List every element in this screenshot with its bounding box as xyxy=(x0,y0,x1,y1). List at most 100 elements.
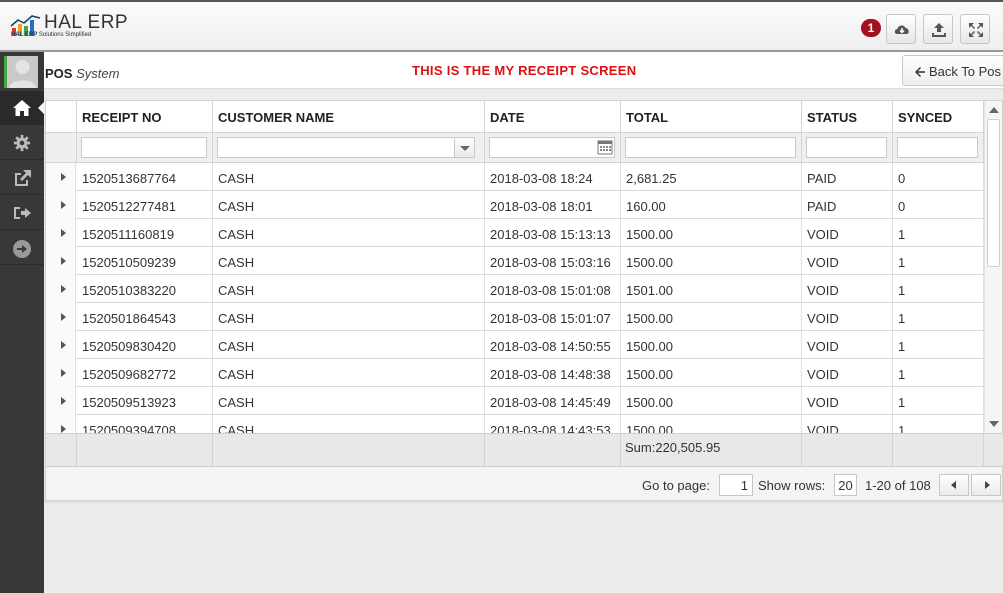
column-header-status[interactable]: STATUS xyxy=(802,101,893,133)
cloud-download-button[interactable] xyxy=(886,14,916,44)
cell-customer-name: CASH xyxy=(213,247,485,275)
summary-row: Sum:220,505.95 xyxy=(46,433,1003,468)
vertical-scrollbar[interactable] xyxy=(984,101,1002,433)
column-header-synced[interactable]: SYNCED xyxy=(893,101,984,133)
cell-receipt-no: 1520511160819 xyxy=(77,219,213,247)
row-expander-icon[interactable] xyxy=(46,163,76,191)
cell-synced: 1 xyxy=(893,219,984,247)
sidebar-item-logout[interactable] xyxy=(0,196,44,230)
scroll-up-arrow[interactable] xyxy=(989,107,999,113)
upload-button[interactable] xyxy=(923,14,953,44)
table-row[interactable]: 1520513687764 CASH 2018-03-08 18:24 2,681.2… xyxy=(46,163,984,191)
sidebar-item-home[interactable] xyxy=(0,91,45,125)
column-header-receipt-no[interactable]: RECEIPT NO xyxy=(77,101,213,133)
notification-badge[interactable]: 1 xyxy=(861,19,881,37)
row-expander-icon[interactable] xyxy=(46,219,76,247)
cell-total: 1500.00 xyxy=(621,219,802,247)
cloud-download-icon xyxy=(894,25,909,34)
cell-total: 160.00 xyxy=(621,191,802,219)
filter-total-input[interactable] xyxy=(625,137,796,158)
cell-status: PAID xyxy=(802,191,893,219)
row-expander-icon[interactable] xyxy=(46,387,76,415)
row-expander-icon[interactable] xyxy=(46,303,76,331)
sidebar-item-next[interactable] xyxy=(0,231,44,265)
cell-receipt-no: 1520509513923 xyxy=(77,387,213,415)
scroll-thumb[interactable] xyxy=(987,119,1000,267)
cell-date: 2018-03-08 18:01 xyxy=(485,191,621,219)
row-expander-icon[interactable] xyxy=(46,247,76,275)
cell-status: VOID xyxy=(802,331,893,359)
summary-cell xyxy=(46,434,77,468)
filter-cell-customer-name xyxy=(213,133,485,163)
table-row[interactable]: 1520512277481 CASH 2018-03-08 18:01 160.00 P… xyxy=(46,191,984,219)
row-expander-icon[interactable] xyxy=(46,275,76,303)
table-row[interactable]: 1520509513923 CASH 2018-03-08 14:45:49 1500… xyxy=(46,387,984,415)
sidebar-item-external-link[interactable] xyxy=(0,161,44,195)
fullscreen-button[interactable] xyxy=(960,14,990,44)
page-number-input[interactable]: 1 xyxy=(719,474,753,496)
sidebar xyxy=(0,52,45,593)
table-row[interactable]: 1520509682772 CASH 2018-03-08 14:48:38 1500… xyxy=(46,359,984,387)
row-expander-icon[interactable] xyxy=(46,191,76,219)
table-row[interactable]: 1520509394708 CASH 2018-03-08 14:43:53 1500… xyxy=(46,415,984,433)
cell-synced: 0 xyxy=(893,191,984,219)
cell-customer-name: CASH xyxy=(213,219,485,247)
column-header-total[interactable]: TOTAL xyxy=(621,101,802,133)
scroll-down-arrow[interactable] xyxy=(989,421,999,427)
cell-receipt-no: 1520510509239 xyxy=(77,247,213,275)
calendar-icon[interactable] xyxy=(597,139,613,155)
filter-customer-name-input[interactable] xyxy=(217,137,455,158)
cell-status: VOID xyxy=(802,303,893,331)
table-row[interactable]: 1520511160819 CASH 2018-03-08 15:13:13 1500… xyxy=(46,219,984,247)
cell-receipt-no: 1520509682772 xyxy=(77,359,213,387)
row-expander-icon[interactable] xyxy=(46,331,76,359)
logo-tagline: HAL ERP Solutions Simplified xyxy=(11,32,92,38)
filter-cell-status xyxy=(802,133,893,163)
column-header-date[interactable]: DATE xyxy=(485,101,621,133)
cell-synced: 1 xyxy=(893,331,984,359)
cell-synced: 1 xyxy=(893,359,984,387)
show-rows-label: Show rows: xyxy=(758,478,826,493)
cell-synced: 1 xyxy=(893,387,984,415)
column-header-customer-name[interactable]: CUSTOMER NAME xyxy=(213,101,485,133)
rows-per-page-select[interactable]: 20 xyxy=(834,474,857,496)
cell-date: 2018-03-08 14:48:38 xyxy=(485,359,621,387)
next-page-button[interactable] xyxy=(971,474,1001,496)
avatar[interactable] xyxy=(4,56,38,88)
prev-page-button[interactable] xyxy=(939,474,969,496)
table-row[interactable]: 1520510509239 CASH 2018-03-08 15:03:16 1500… xyxy=(46,247,984,275)
cell-total: 1500.00 xyxy=(621,303,802,331)
table-row[interactable]: 1520509830420 CASH 2018-03-08 14:50:55 1500… xyxy=(46,331,984,359)
back-to-pos-button[interactable]: Back To Pos xyxy=(902,55,1003,86)
cell-total: 1500.00 xyxy=(621,247,802,275)
cell-status: PAID xyxy=(802,163,893,191)
cell-synced: 1 xyxy=(893,247,984,275)
cell-receipt-no: 1520501864543 xyxy=(77,303,213,331)
filter-cell-synced xyxy=(893,133,984,163)
upload-icon xyxy=(932,23,946,37)
cell-date: 2018-03-08 14:45:49 xyxy=(485,387,621,415)
customer-dropdown-button[interactable] xyxy=(455,137,475,158)
filter-receipt-no-input[interactable] xyxy=(81,137,207,158)
sidebar-item-settings[interactable] xyxy=(0,126,44,160)
grid-shadow xyxy=(44,500,1003,504)
filter-synced-input[interactable] xyxy=(897,137,978,158)
cell-total: 2,681.25 xyxy=(621,163,802,191)
row-expander-icon[interactable] xyxy=(46,359,76,387)
total-sum: Sum:220,505.95 xyxy=(625,440,721,455)
table-row[interactable]: 1520510383220 CASH 2018-03-08 15:01:08 1501… xyxy=(46,275,984,303)
cell-date: 2018-03-08 15:01:08 xyxy=(485,275,621,303)
pagination-bar: Go to page: 1 Show rows: 20 1-20 of 108 xyxy=(46,467,1002,501)
cell-customer-name: CASH xyxy=(213,359,485,387)
cell-status: VOID xyxy=(802,387,893,415)
external-link-icon xyxy=(15,170,31,186)
cell-customer-name: CASH xyxy=(213,303,485,331)
cell-date: 2018-03-08 18:24 xyxy=(485,163,621,191)
filter-status-input[interactable] xyxy=(806,137,887,158)
gear-icon xyxy=(13,134,31,152)
row-expander-icon[interactable] xyxy=(46,415,76,433)
cell-status: VOID xyxy=(802,219,893,247)
back-button-label: Back To Pos xyxy=(929,64,1002,79)
table-row[interactable]: 1520501864543 CASH 2018-03-08 15:01:07 1500… xyxy=(46,303,984,331)
cell-status: VOID xyxy=(802,247,893,275)
